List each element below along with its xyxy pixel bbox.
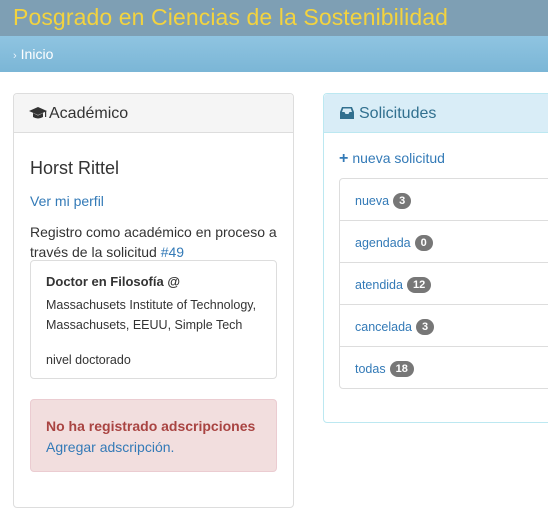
degree-institution: Massachusets Institute of Technology, Ma…	[46, 298, 257, 332]
status-label: atendida	[355, 278, 403, 292]
degree-card: Doctor en Filosofía @ Massachusets Insti…	[30, 260, 277, 379]
breadcrumb: › Inicio	[0, 36, 548, 72]
request-link[interactable]: #49	[161, 244, 184, 260]
degree-level: nivel doctorado	[46, 353, 131, 367]
plus-icon: +	[339, 150, 349, 167]
graduation-cap-icon	[29, 106, 47, 125]
count-badge: 18	[389, 361, 414, 377]
breadcrumb-separator: ›	[13, 50, 17, 62]
list-item[interactable]: agendada 0	[340, 221, 548, 263]
count-badge: 12	[406, 277, 432, 293]
top-header: Posgrado en Ciencias de la Sostenibilida…	[0, 0, 548, 36]
count-badge: 3	[393, 193, 412, 209]
breadcrumb-home[interactable]: › Inicio	[13, 46, 53, 62]
breadcrumb-home-label: Inicio	[20, 46, 54, 62]
registration-text: Registro como académico en proceso a tra…	[30, 224, 277, 260]
list-item[interactable]: atendida 12	[340, 263, 548, 305]
list-item[interactable]: nueva 3	[340, 179, 548, 221]
academico-panel: Académico Horst Rittel Ver mi perfil Reg…	[13, 93, 294, 508]
solicitudes-panel-title: Solicitudes	[359, 105, 437, 122]
count-badge: 3	[416, 319, 435, 335]
adscription-alert: No ha registrado adscripciones Agregar a…	[30, 399, 277, 472]
registration-status: Registro como académico en proceso a tra…	[30, 222, 280, 262]
status-label: cancelada	[355, 320, 412, 334]
request-status-list: nueva 3 agendada 0 atendida 12 cancelada 3 t…	[339, 178, 548, 389]
inbox-icon	[339, 106, 355, 125]
list-item[interactable]: cancelada 3	[340, 305, 548, 347]
count-badge: 0	[414, 235, 433, 251]
academico-panel-header: Académico	[14, 94, 293, 133]
add-adscription-link[interactable]: Agregar adscripción.	[46, 439, 174, 455]
new-request-link[interactable]: + nueva solicitud	[339, 150, 445, 168]
status-label: todas	[355, 362, 386, 376]
solicitudes-panel: Solicitudes + nueva solicitud nueva 3 agen…	[323, 93, 548, 423]
degree-title: Doctor en Filosofía @	[46, 274, 181, 289]
status-label: agendada	[355, 236, 411, 250]
academico-panel-title: Académico	[49, 105, 129, 122]
solicitudes-panel-header: Solicitudes	[324, 94, 548, 133]
site-title: Posgrado en Ciencias de la Sostenibilida…	[13, 4, 448, 30]
adscription-alert-title: No ha registrado adscripciones	[46, 418, 256, 434]
list-item[interactable]: todas 18	[340, 347, 548, 388]
view-profile-link[interactable]: Ver mi perfil	[30, 193, 104, 209]
status-label: nueva	[355, 194, 390, 208]
new-request-label: nueva solicitud	[352, 150, 445, 166]
academic-name: Horst Rittel	[30, 158, 120, 178]
